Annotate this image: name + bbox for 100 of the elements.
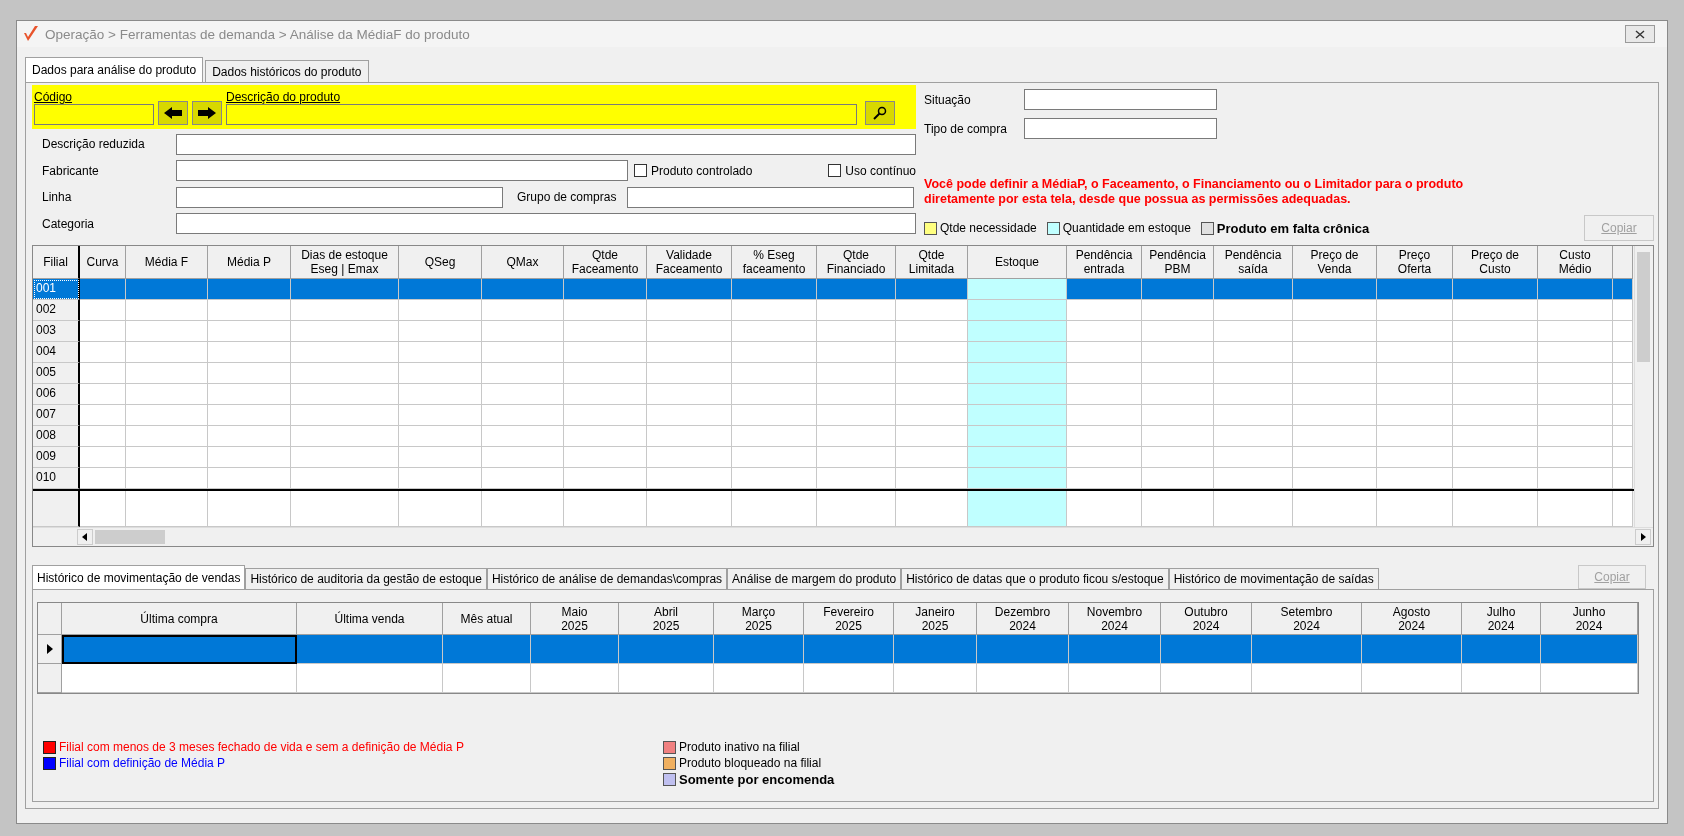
column-header: Julho 2024 xyxy=(1462,603,1541,635)
tab[interactable]: Histórico de movimentação de saídas xyxy=(1168,568,1379,589)
field-label: Linha xyxy=(41,190,73,205)
next-button[interactable] xyxy=(192,101,222,125)
row-header[interactable] xyxy=(38,635,62,664)
table-cell xyxy=(1142,491,1214,527)
table-cell xyxy=(1142,447,1214,468)
scrollbar-thumb[interactable] xyxy=(95,530,165,544)
vertical-scrollbar[interactable] xyxy=(1634,246,1653,527)
branch-cell[interactable]: 001 xyxy=(33,279,80,300)
header-cell xyxy=(38,603,62,635)
status-field[interactable] xyxy=(1024,118,1217,139)
column-header: Estoque xyxy=(968,246,1067,279)
column-header: Última compra xyxy=(62,603,297,635)
table-cell xyxy=(80,321,126,342)
scrollbar-thumb[interactable] xyxy=(1637,252,1650,362)
tab[interactable]: Análise de margem do produto xyxy=(727,568,902,589)
table-cell xyxy=(1142,321,1214,342)
branch-cell[interactable]: 003 xyxy=(33,321,80,342)
table-cell xyxy=(1613,491,1633,527)
table-cell xyxy=(80,447,126,468)
checkbox[interactable]: Produto controlado xyxy=(634,163,753,178)
field-label: Fabricante xyxy=(41,163,100,178)
scroll-right-icon[interactable] xyxy=(1640,533,1646,541)
table-cell xyxy=(896,363,968,384)
column-header: Pendência entrada xyxy=(1067,246,1142,279)
column-header: Média F xyxy=(126,246,208,279)
scroll-right-button[interactable] xyxy=(1635,529,1651,545)
table-cell xyxy=(1142,300,1214,321)
line-field[interactable] xyxy=(176,186,503,208)
table-cell xyxy=(1613,426,1633,447)
table-cell xyxy=(80,426,126,447)
column-header: Maio 2025 xyxy=(531,603,619,635)
window-title: Operação > Ferramentas de demanda > Análise da MédiaF do produto xyxy=(45,26,470,42)
code-label: Código xyxy=(34,90,74,104)
table-cell xyxy=(896,321,968,342)
table-cell xyxy=(1613,300,1633,321)
legend-item: Quantidade em estoque xyxy=(1046,221,1191,235)
short-description-field[interactable] xyxy=(175,133,916,155)
arrow-left-icon[interactable] xyxy=(163,106,183,120)
table-cell xyxy=(1613,279,1633,300)
manufacturer-field[interactable] xyxy=(176,160,628,182)
column-header: Mês atual xyxy=(443,603,531,635)
horizontal-scrollbar[interactable] xyxy=(33,527,1653,546)
branch-cell[interactable]: 005 xyxy=(33,363,80,384)
category-field[interactable] xyxy=(175,213,916,235)
branch-cell[interactable]: 004 xyxy=(33,342,80,363)
tab[interactable]: Histórico de análise de demandas\compras xyxy=(486,568,728,589)
table-cell xyxy=(896,405,968,426)
column-header: Pendência saída xyxy=(1214,246,1293,279)
arrow-right-icon[interactable] xyxy=(197,106,217,120)
legend-item: Qtde necessidade xyxy=(924,221,1037,235)
code-field[interactable] xyxy=(34,104,154,125)
row-pointer-icon xyxy=(46,644,53,654)
table-cell xyxy=(896,468,968,489)
tab[interactable]: Dados históricos do produto xyxy=(205,60,369,82)
scroll-left-icon[interactable] xyxy=(82,533,88,541)
table-cell xyxy=(80,405,126,426)
field-label: Tipo de compra xyxy=(924,121,1008,136)
description-label: Descrição do produto xyxy=(226,90,342,104)
status-field[interactable] xyxy=(1024,89,1217,110)
table-cell xyxy=(80,363,126,384)
purchase-group-field[interactable] xyxy=(627,186,914,208)
legend-item: Produto inativo na filial xyxy=(663,740,835,754)
search-icon[interactable] xyxy=(873,106,887,120)
scroll-left-button[interactable] xyxy=(77,529,93,545)
table-cell xyxy=(1142,363,1214,384)
column-header: Validade Faceamento xyxy=(647,246,732,279)
column-header: Junho 2024 xyxy=(1541,603,1638,635)
branch-cell[interactable]: 007 xyxy=(33,405,80,426)
checkbox[interactable]: Uso contínuo xyxy=(828,163,916,178)
table-cell xyxy=(896,300,968,321)
close-button[interactable] xyxy=(1625,25,1655,43)
column-header: Custo Médio xyxy=(1538,246,1613,279)
column-header: Outubro 2024 xyxy=(1161,603,1252,635)
permission-notice: Você pode definir a MédiaP, o Faceamento, o Financiamento ou o Limitador para o produto diretamente por esta tela, desde que possua as permissões adequadas. xyxy=(924,177,1464,207)
table-cell xyxy=(1142,342,1214,363)
table-cell xyxy=(1613,405,1633,426)
column-header: Qtde Financiado xyxy=(817,246,896,279)
branch-cell[interactable]: 006 xyxy=(33,384,80,405)
tab[interactable]: Histórico de auditoria da gestão de estoque xyxy=(245,568,487,589)
legend-item: Filial com definição de Média P xyxy=(43,756,663,770)
branch-cell[interactable]: 009 xyxy=(33,447,80,468)
legend-item: Somente por encomenda xyxy=(663,772,835,787)
branch-cell[interactable]: 002 xyxy=(33,300,80,321)
table-cell xyxy=(1613,363,1633,384)
table-cell xyxy=(896,491,968,527)
tab[interactable]: Histórico de datas que o produto ficou s/estoque xyxy=(901,568,1169,589)
previous-button[interactable] xyxy=(158,101,188,125)
close-icon[interactable] xyxy=(1635,29,1645,39)
tab[interactable]: Histórico de movimentação de vendas xyxy=(32,565,246,589)
table-cell xyxy=(896,342,968,363)
branch-cell[interactable]: 008 xyxy=(33,426,80,447)
table-cell xyxy=(80,491,126,527)
branch-cell[interactable]: 010 xyxy=(33,468,80,489)
tab[interactable]: Dados para análise do produto xyxy=(25,57,204,82)
description-field[interactable] xyxy=(226,104,857,125)
table-cell xyxy=(1142,279,1214,300)
search-button[interactable] xyxy=(865,101,895,125)
column-header: Preço Oferta xyxy=(1377,246,1453,279)
